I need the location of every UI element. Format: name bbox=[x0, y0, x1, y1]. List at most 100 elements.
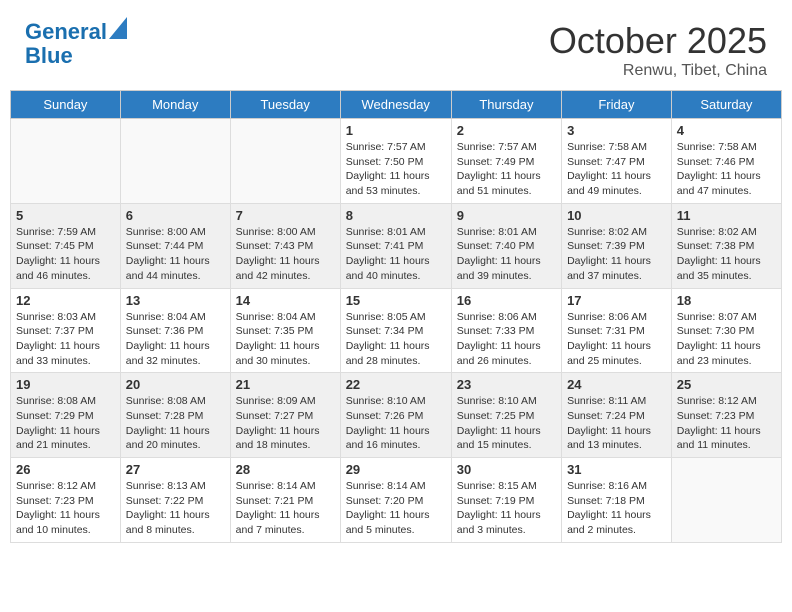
day-info: Sunrise: 8:04 AMSunset: 7:35 PMDaylight:… bbox=[236, 310, 335, 369]
day-number: 6 bbox=[126, 208, 225, 223]
calendar-day-cell: 6 Sunrise: 8:00 AMSunset: 7:44 PMDaylight… bbox=[120, 203, 230, 288]
day-number: 2 bbox=[457, 123, 556, 138]
calendar-day-cell: 28 Sunrise: 8:14 AMSunset: 7:21 PMDayligh… bbox=[230, 458, 340, 543]
location-subtitle: Renwu, Tibet, China bbox=[549, 62, 767, 80]
day-number: 31 bbox=[567, 462, 666, 477]
day-number: 16 bbox=[457, 293, 556, 308]
day-of-week-header: Saturday bbox=[671, 91, 781, 119]
day-number: 19 bbox=[16, 377, 115, 392]
day-info: Sunrise: 8:14 AMSunset: 7:20 PMDaylight:… bbox=[346, 479, 446, 538]
calendar-day-cell: 21Sunrise: 8:09 AMSunset: 7:27 PMDayligh… bbox=[230, 373, 340, 458]
calendar-day-cell: 2 Sunrise: 7:57 AMSunset: 7:49 PMDaylight… bbox=[451, 119, 561, 204]
day-info: Sunrise: 7:58 AMSunset: 7:46 PMDaylight:… bbox=[677, 140, 776, 199]
day-info: Sunrise: 8:04 AMSunset: 7:36 PMDaylight:… bbox=[126, 310, 225, 369]
month-title: October 2025 bbox=[549, 20, 767, 62]
day-number: 18 bbox=[677, 293, 776, 308]
calendar-day-cell: 18 Sunrise: 8:07 AMSunset: 7:30 PMDayligh… bbox=[671, 288, 781, 373]
day-number: 12 bbox=[16, 293, 115, 308]
day-of-week-header: Monday bbox=[120, 91, 230, 119]
day-info: Sunrise: 8:12 AMSunset: 7:23 PMDaylight:… bbox=[677, 394, 776, 453]
calendar-day-cell bbox=[11, 119, 121, 204]
day-number: 5 bbox=[16, 208, 115, 223]
logo-icon bbox=[109, 17, 127, 39]
day-number: 26 bbox=[16, 462, 115, 477]
day-info: Sunrise: 8:03 AMSunset: 7:37 PMDaylight:… bbox=[16, 310, 115, 369]
day-number: 15 bbox=[346, 293, 446, 308]
calendar-day-cell: 30Sunrise: 8:15 AMSunset: 7:19 PMDayligh… bbox=[451, 458, 561, 543]
calendar-day-cell bbox=[671, 458, 781, 543]
logo-text: General bbox=[25, 20, 107, 44]
day-info: Sunrise: 7:59 AMSunset: 7:45 PMDaylight:… bbox=[16, 225, 115, 284]
day-number: 27 bbox=[126, 462, 225, 477]
days-header-row: SundayMondayTuesdayWednesdayThursdayFrid… bbox=[11, 91, 782, 119]
calendar-day-cell: 8 Sunrise: 8:01 AMSunset: 7:41 PMDaylight… bbox=[340, 203, 451, 288]
day-number: 9 bbox=[457, 208, 556, 223]
day-info: Sunrise: 8:13 AMSunset: 7:22 PMDaylight:… bbox=[126, 479, 225, 538]
day-info: Sunrise: 8:08 AMSunset: 7:29 PMDaylight:… bbox=[16, 394, 115, 453]
calendar-day-cell: 16Sunrise: 8:06 AMSunset: 7:33 PMDayligh… bbox=[451, 288, 561, 373]
day-number: 8 bbox=[346, 208, 446, 223]
day-number: 1 bbox=[346, 123, 446, 138]
calendar-week-row: 26 Sunrise: 8:12 AMSunset: 7:23 PMDayligh… bbox=[11, 458, 782, 543]
day-number: 22 bbox=[346, 377, 446, 392]
calendar-day-cell: 12 Sunrise: 8:03 AMSunset: 7:37 PMDayligh… bbox=[11, 288, 121, 373]
day-of-week-header: Sunday bbox=[11, 91, 121, 119]
calendar-day-cell: 17Sunrise: 8:06 AMSunset: 7:31 PMDayligh… bbox=[562, 288, 672, 373]
calendar-day-cell: 9 Sunrise: 8:01 AMSunset: 7:40 PMDaylight… bbox=[451, 203, 561, 288]
calendar-day-cell: 20 Sunrise: 8:08 AMSunset: 7:28 PMDayligh… bbox=[120, 373, 230, 458]
day-number: 23 bbox=[457, 377, 556, 392]
day-number: 3 bbox=[567, 123, 666, 138]
calendar-day-cell: 24Sunrise: 8:11 AMSunset: 7:24 PMDayligh… bbox=[562, 373, 672, 458]
day-info: Sunrise: 8:02 AMSunset: 7:39 PMDaylight:… bbox=[567, 225, 666, 284]
day-number: 14 bbox=[236, 293, 335, 308]
day-info: Sunrise: 8:16 AMSunset: 7:18 PMDaylight:… bbox=[567, 479, 666, 538]
day-number: 10 bbox=[567, 208, 666, 223]
day-number: 13 bbox=[126, 293, 225, 308]
day-number: 28 bbox=[236, 462, 335, 477]
day-info: Sunrise: 8:14 AMSunset: 7:21 PMDaylight:… bbox=[236, 479, 335, 538]
page-header: General Blue October 2025 Renwu, Tibet, … bbox=[10, 10, 782, 85]
calendar-day-cell: 31 Sunrise: 8:16 AMSunset: 7:18 PMDayligh… bbox=[562, 458, 672, 543]
day-info: Sunrise: 8:07 AMSunset: 7:30 PMDaylight:… bbox=[677, 310, 776, 369]
calendar-day-cell: 4 Sunrise: 7:58 AMSunset: 7:46 PMDaylight… bbox=[671, 119, 781, 204]
day-info: Sunrise: 8:00 AMSunset: 7:44 PMDaylight:… bbox=[126, 225, 225, 284]
calendar-day-cell bbox=[120, 119, 230, 204]
day-info: Sunrise: 7:57 AMSunset: 7:50 PMDaylight:… bbox=[346, 140, 446, 199]
calendar-day-cell: 29 Sunrise: 8:14 AMSunset: 7:20 PMDayligh… bbox=[340, 458, 451, 543]
calendar-day-cell: 25 Sunrise: 8:12 AMSunset: 7:23 PMDayligh… bbox=[671, 373, 781, 458]
day-number: 20 bbox=[126, 377, 225, 392]
day-info: Sunrise: 8:12 AMSunset: 7:23 PMDaylight:… bbox=[16, 479, 115, 538]
day-info: Sunrise: 8:09 AMSunset: 7:27 PMDaylight:… bbox=[236, 394, 335, 453]
day-number: 29 bbox=[346, 462, 446, 477]
day-info: Sunrise: 8:01 AMSunset: 7:40 PMDaylight:… bbox=[457, 225, 556, 284]
day-number: 4 bbox=[677, 123, 776, 138]
day-info: Sunrise: 7:58 AMSunset: 7:47 PMDaylight:… bbox=[567, 140, 666, 199]
day-info: Sunrise: 8:05 AMSunset: 7:34 PMDaylight:… bbox=[346, 310, 446, 369]
day-info: Sunrise: 8:11 AMSunset: 7:24 PMDaylight:… bbox=[567, 394, 666, 453]
calendar-week-row: 5 Sunrise: 7:59 AMSunset: 7:45 PMDaylight… bbox=[11, 203, 782, 288]
calendar-week-row: 19 Sunrise: 8:08 AMSunset: 7:29 PMDayligh… bbox=[11, 373, 782, 458]
day-of-week-header: Wednesday bbox=[340, 91, 451, 119]
calendar-day-cell: 3 Sunrise: 7:58 AMSunset: 7:47 PMDaylight… bbox=[562, 119, 672, 204]
calendar-day-cell: 7Sunrise: 8:00 AMSunset: 7:43 PMDaylight… bbox=[230, 203, 340, 288]
day-number: 11 bbox=[677, 208, 776, 223]
day-of-week-header: Tuesday bbox=[230, 91, 340, 119]
day-info: Sunrise: 8:08 AMSunset: 7:28 PMDaylight:… bbox=[126, 394, 225, 453]
calendar-day-cell bbox=[230, 119, 340, 204]
calendar-day-cell: 14 Sunrise: 8:04 AMSunset: 7:35 PMDayligh… bbox=[230, 288, 340, 373]
calendar-day-cell: 19 Sunrise: 8:08 AMSunset: 7:29 PMDayligh… bbox=[11, 373, 121, 458]
day-info: Sunrise: 8:01 AMSunset: 7:41 PMDaylight:… bbox=[346, 225, 446, 284]
calendar-week-row: 1 Sunrise: 7:57 AMSunset: 7:50 PMDaylight… bbox=[11, 119, 782, 204]
logo-subtext: Blue bbox=[25, 44, 73, 68]
calendar-day-cell: 27 Sunrise: 8:13 AMSunset: 7:22 PMDayligh… bbox=[120, 458, 230, 543]
day-info: Sunrise: 8:10 AMSunset: 7:25 PMDaylight:… bbox=[457, 394, 556, 453]
calendar-day-cell: 26 Sunrise: 8:12 AMSunset: 7:23 PMDayligh… bbox=[11, 458, 121, 543]
day-number: 25 bbox=[677, 377, 776, 392]
calendar-day-cell: 23 Sunrise: 8:10 AMSunset: 7:25 PMDayligh… bbox=[451, 373, 561, 458]
calendar-day-cell: 11Sunrise: 8:02 AMSunset: 7:38 PMDayligh… bbox=[671, 203, 781, 288]
title-block: October 2025 Renwu, Tibet, China bbox=[549, 20, 767, 80]
day-number: 17 bbox=[567, 293, 666, 308]
day-info: Sunrise: 7:57 AMSunset: 7:49 PMDaylight:… bbox=[457, 140, 556, 199]
day-info: Sunrise: 8:15 AMSunset: 7:19 PMDaylight:… bbox=[457, 479, 556, 538]
calendar-day-cell: 13 Sunrise: 8:04 AMSunset: 7:36 PMDayligh… bbox=[120, 288, 230, 373]
